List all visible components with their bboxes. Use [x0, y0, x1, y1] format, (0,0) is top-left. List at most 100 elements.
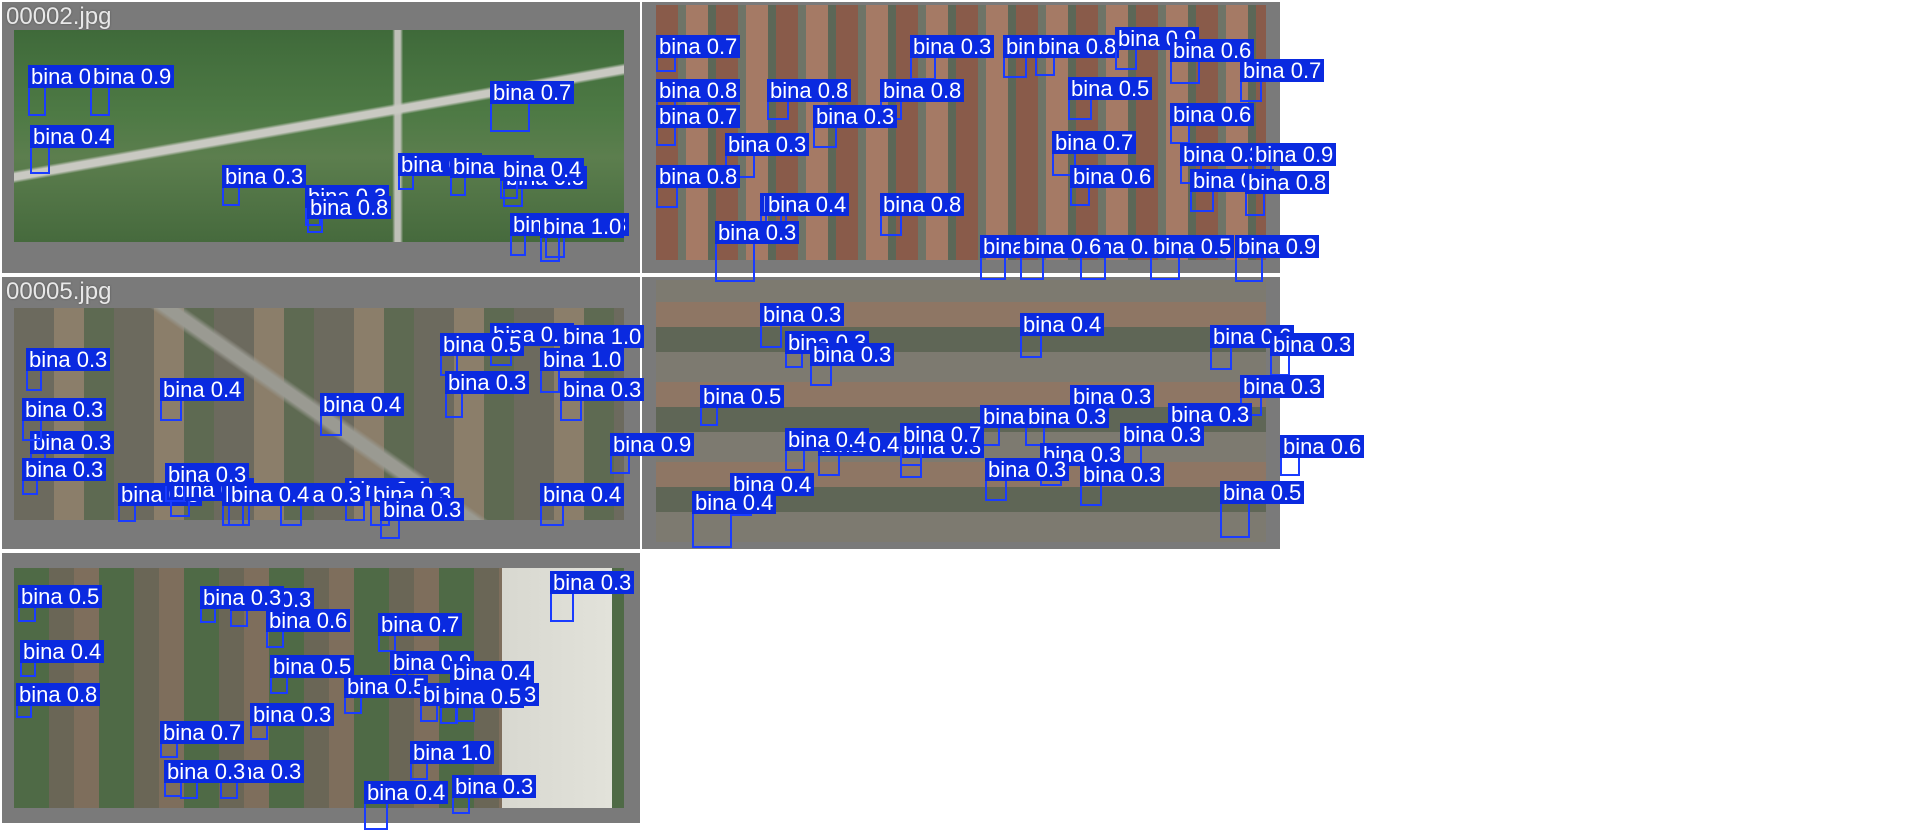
detection-box: bina 0.3 — [452, 775, 537, 814]
detection-box: bina 0.6 — [1020, 235, 1105, 280]
detection-label: bina 0.7 — [1052, 131, 1137, 154]
detection-label: bina 0.9 — [1235, 235, 1320, 258]
detection-label: bina 0.4 — [540, 483, 625, 506]
detection-box: bina 0.4 — [785, 428, 870, 471]
detection-label: bina 0.4 — [20, 640, 105, 663]
detection-box: bina 0.7 — [900, 423, 985, 466]
detection-label: bina 0.7 — [490, 81, 575, 104]
detection-box: bina 0.6 — [980, 235, 1065, 280]
detection-label: bina 0.3 — [810, 343, 895, 366]
detection-label: bina 0.5 — [1068, 77, 1153, 100]
detection-label: bina 1.0 — [560, 325, 645, 348]
detection-label: bina 0.5 — [700, 385, 785, 408]
detection-box: bina 0.8 — [1245, 171, 1330, 216]
detection-box: bina 0.3 — [910, 35, 995, 80]
detection-label: bina 0.4 — [450, 661, 535, 684]
detection-box: bina 0.3 — [398, 153, 483, 190]
detection-box: bina 0.3 — [510, 213, 595, 256]
detection-box: bina 0.5 — [1068, 77, 1153, 120]
detection-label: bina 0.3 — [200, 586, 285, 609]
detection-box: bina 0.5 — [440, 685, 525, 724]
detection-box: bina 0.3 — [550, 571, 635, 622]
detection-label: bina 0.3 — [985, 458, 1070, 481]
detection-label: bina 0.4 — [228, 483, 313, 506]
detection-box: bina 0.8 — [767, 79, 852, 120]
detection-label: bina 0.8 — [880, 79, 965, 102]
detection-box: bina 0.5 — [344, 675, 429, 714]
detection-box: bina 0.3 — [250, 703, 335, 740]
detection-label: bina 0.3 — [1025, 405, 1110, 428]
detection-label: bina 0.8 — [656, 79, 741, 102]
detection-label: bina 0.3 — [380, 498, 465, 521]
detection-box: bina 0.4 — [160, 378, 245, 421]
detection-box: bina 0.8 — [656, 165, 741, 208]
detection-box: bina 0.3 — [200, 586, 285, 623]
detection-box: bina 0.4 — [692, 491, 777, 548]
detection-box: bina 0.3 — [280, 483, 365, 526]
detection-label: bina 0.3 — [1080, 463, 1165, 486]
detection-box: bina 0.5 — [18, 585, 103, 622]
detection-label: bina 0.3 — [760, 303, 845, 326]
detection-box: bina 0.4 — [1020, 313, 1105, 358]
detection-label: bina 0.7 — [378, 613, 463, 636]
detection-label: bina 0.3 — [26, 348, 111, 371]
tile-filename: 00002.jpg — [6, 3, 112, 30]
detection-label: bina 0.3 — [445, 371, 530, 394]
detection-label: bina 0.8 — [16, 683, 101, 706]
detection-box: bina 0.6 — [1170, 39, 1255, 84]
detection-label: bina 0.3 — [452, 775, 537, 798]
detection-label: bina 1.0 — [410, 741, 495, 764]
detection-box: bina 0.9 — [1190, 169, 1275, 212]
detection-box: bina 0.7 — [656, 105, 741, 146]
detection-box: bina 0.3 — [164, 760, 249, 797]
detection-box: bina 0.3 — [445, 371, 530, 418]
detection-box: bina 0.5 — [270, 655, 355, 694]
detection-label: bina 0.3 — [222, 165, 307, 188]
detection-label: bina 0.7 — [160, 721, 245, 744]
detection-label: bina 0.8 — [1245, 171, 1330, 194]
detection-box: bina 0.3 — [28, 65, 113, 116]
detection-box: bina 0.3 — [26, 348, 111, 391]
detection-box: bina 0.5 — [1150, 235, 1235, 280]
detection-box: bina 0.7 — [1240, 59, 1325, 102]
detection-box: bina 0.4 — [364, 781, 449, 830]
detection-label: bina 0.3 — [1270, 333, 1355, 356]
detection-label: bina 0.4 — [500, 158, 585, 181]
detection-label: bina 0.8 — [767, 79, 852, 102]
detection-label: bina 0.4 — [765, 193, 850, 216]
detection-label: bina 0.3 — [1120, 423, 1205, 446]
detection-box: bina 0.6 — [1210, 325, 1295, 370]
detection-label: bina 1.0 — [540, 348, 625, 371]
detection-box: bina 0.9 — [90, 65, 175, 116]
detection-box: bina 0.3 — [810, 343, 895, 386]
detection-label: bina 0.4 — [320, 393, 405, 416]
detection-box: bina 1.0 — [410, 741, 495, 780]
detection-box: bina 0.3 — [985, 458, 1070, 501]
detection-label: bina 0.4 — [692, 491, 777, 514]
detection-box: bina 0.4 — [20, 640, 105, 677]
detection-label: bina 1.0 — [540, 215, 625, 238]
detection-box: bina 0.3 — [1080, 463, 1165, 506]
detection-box: bina 0.3 — [785, 331, 870, 368]
detection-box: bina 0.8 — [1080, 235, 1165, 280]
detection-label: bina 0.5 — [440, 685, 525, 708]
detection-box: bina 0.9 — [610, 433, 695, 474]
detection-box: bina 1.0 — [540, 348, 625, 393]
detection-box: bina 0.4 — [30, 125, 115, 174]
detection-label: bina 0.5 — [270, 655, 355, 678]
detection-label: bina 0.3 — [30, 431, 115, 454]
detection-label: bina 0.5 — [344, 675, 429, 698]
detection-box: bina 0.7 — [420, 683, 505, 722]
detection-label: bina 0.3 — [250, 703, 335, 726]
detection-box: bina 0.5 — [1220, 481, 1305, 538]
detection-label: bina 0.3 — [725, 133, 810, 156]
detection-label: bina 0.6 — [1020, 235, 1105, 258]
detection-box: bina 1.0 — [540, 215, 625, 262]
detection-label: bina 0.6 — [1170, 103, 1255, 126]
detection-box: bina 0.4 — [818, 433, 903, 476]
detection-label: bina 0.5 — [440, 333, 525, 356]
detection-box: bina 0.3 — [450, 155, 535, 196]
detection-label: bina 0.9 — [90, 65, 175, 88]
detection-label: bina 0.4 — [160, 378, 245, 401]
detection-label: bina 0.3 — [550, 571, 635, 594]
